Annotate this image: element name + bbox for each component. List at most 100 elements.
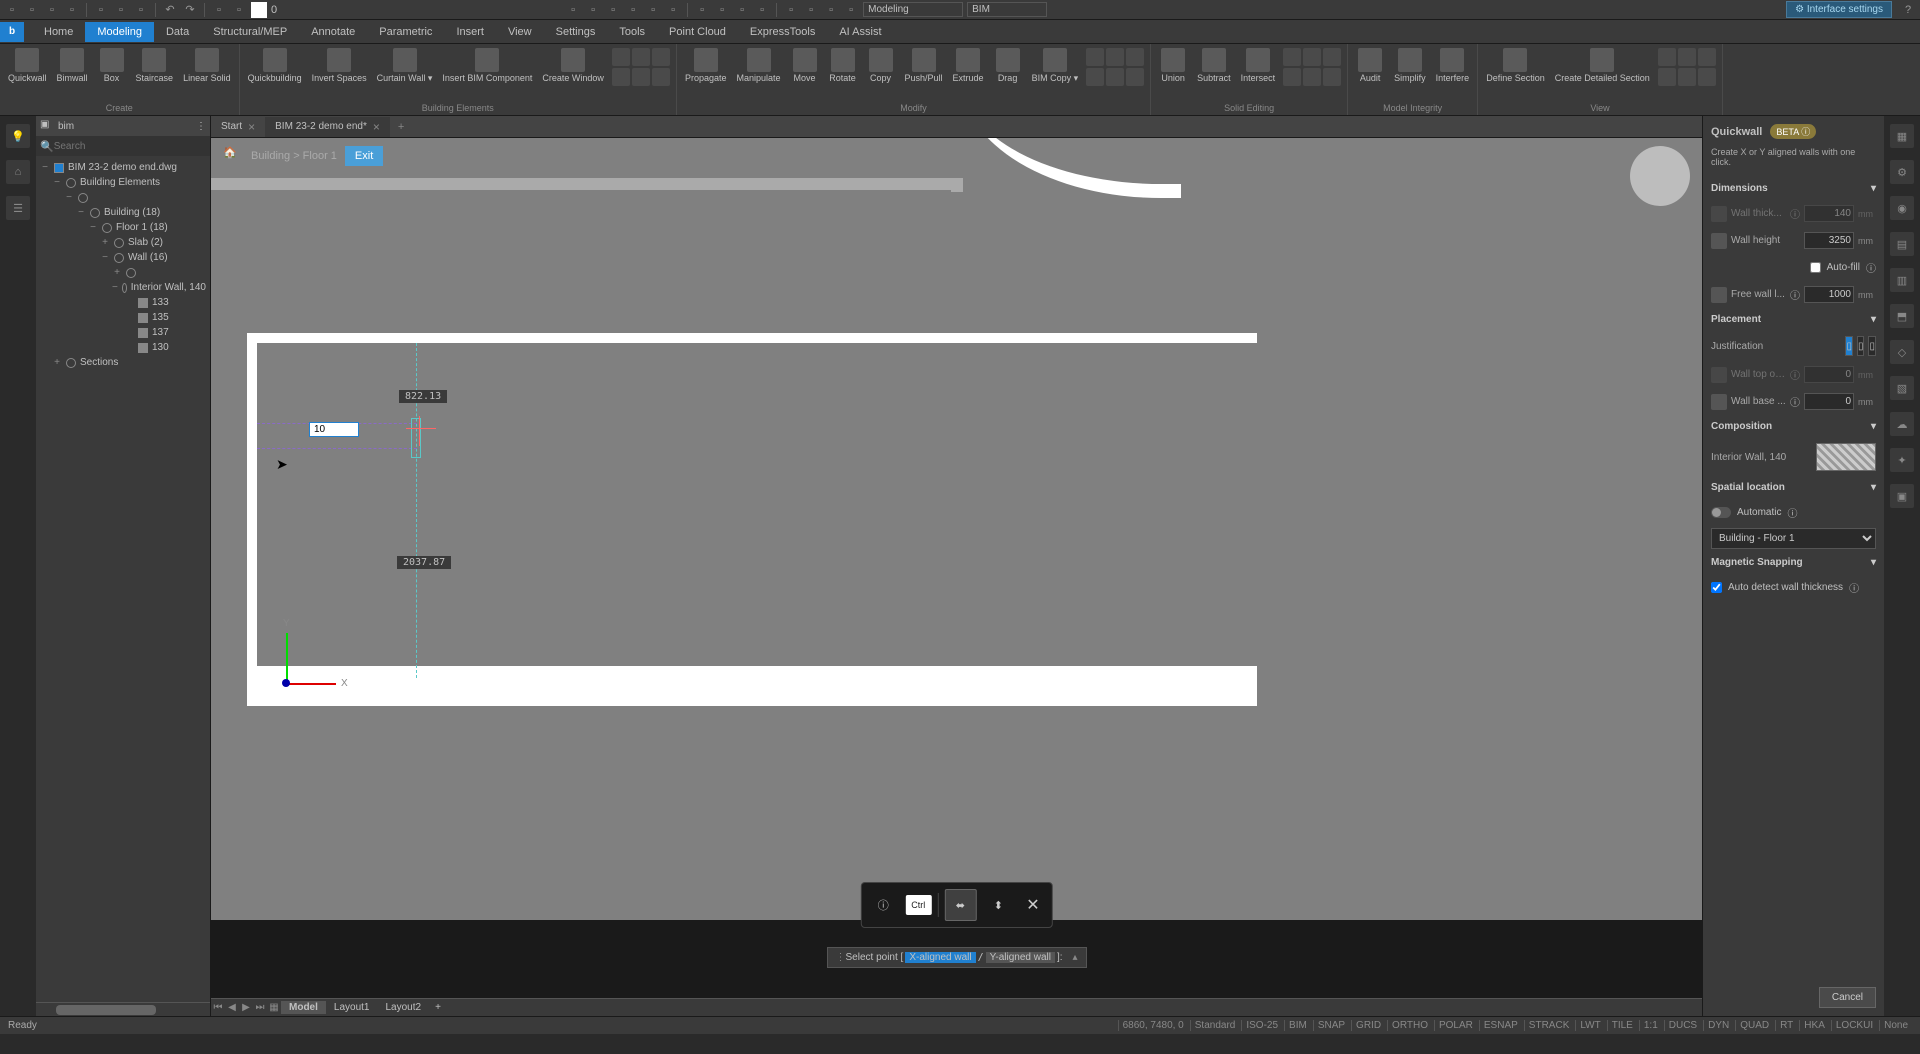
ribbon-subtract-button[interactable]: Subtract — [1193, 46, 1235, 101]
expand-icon[interactable]: + — [100, 237, 110, 248]
rail-icon[interactable]: ▤ — [1890, 232, 1914, 256]
rail-icon[interactable]: ▣ — [1890, 484, 1914, 508]
composition-swatch[interactable] — [1816, 443, 1876, 471]
menu-item-settings[interactable]: Settings — [544, 22, 608, 42]
ribbon-createdetailedsection-button[interactable]: Create Detailed Section — [1551, 46, 1654, 101]
autofill-checkbox[interactable] — [1810, 262, 1821, 273]
status-toggle-snap[interactable]: SNAP — [1313, 1020, 1349, 1031]
layout-tab[interactable]: Model — [281, 1001, 326, 1014]
help-icon[interactable]: ? — [1900, 2, 1916, 18]
status-toggle-bim[interactable]: BIM — [1284, 1020, 1311, 1031]
workspace-dropdown[interactable]: Modeling — [863, 2, 963, 17]
command-line[interactable]: ⋮ Select point [ X-aligned wall/Y-aligne… — [827, 947, 1087, 968]
status-toggle-iso25[interactable]: ISO-25 — [1241, 1020, 1282, 1031]
document-tab[interactable]: Start× — [211, 117, 265, 137]
radio-icon[interactable] — [90, 208, 100, 218]
ribbon-bimwall-button[interactable]: Bimwall — [53, 46, 92, 101]
ribbon-small-icon[interactable] — [1658, 68, 1676, 86]
menu-item-aiassist[interactable]: AI Assist — [827, 22, 893, 42]
ribbon-small-icon[interactable] — [652, 68, 670, 86]
status-toggle-lwt[interactable]: LWT — [1575, 1020, 1604, 1031]
tool-icon[interactable]: ▫ — [694, 2, 710, 18]
ribbon-small-icon[interactable] — [1126, 48, 1144, 66]
tool-icon[interactable]: ▫ — [823, 2, 839, 18]
ribbon-bimcopy-button[interactable]: BIM Copy ▾ — [1028, 46, 1083, 101]
status-toggle-rt[interactable]: RT — [1775, 1020, 1797, 1031]
rail-icon[interactable]: ▥ — [1890, 268, 1914, 292]
wall-vertical-icon[interactable]: ⬍ — [982, 889, 1014, 921]
ribbon-copy-button[interactable]: Copy — [863, 46, 899, 101]
status-toggle-esnap[interactable]: ESNAP — [1479, 1020, 1522, 1031]
section-placement[interactable]: Placement▾ — [1711, 310, 1876, 329]
ribbon-small-icon[interactable] — [1323, 48, 1341, 66]
paste-icon[interactable]: ▫ — [133, 2, 149, 18]
tree-item[interactable]: −Floor 1 (18) — [36, 220, 210, 235]
auto-detect-checkbox[interactable] — [1711, 582, 1722, 593]
tree-item[interactable]: − — [36, 190, 210, 205]
tree-item[interactable]: +Sections — [36, 355, 210, 370]
ribbon-invertspaces-button[interactable]: Invert Spaces — [308, 46, 371, 101]
ribbon-propagate-button[interactable]: Propagate — [681, 46, 731, 101]
expand-icon[interactable]: − — [64, 192, 74, 203]
ribbon-staircase-button[interactable]: Staircase — [132, 46, 178, 101]
ribbon-small-icon[interactable] — [1086, 68, 1104, 86]
ribbon-small-icon[interactable] — [1283, 68, 1301, 86]
ribbon-small-icon[interactable] — [652, 48, 670, 66]
nav-prev-icon[interactable]: ◀ — [225, 1002, 239, 1013]
radio-icon[interactable] — [66, 178, 76, 188]
nav-last-icon[interactable]: ⏭ — [253, 1002, 267, 1013]
menu-item-insert[interactable]: Insert — [444, 22, 496, 42]
layer-icon[interactable]: ▫ — [211, 2, 227, 18]
info-icon[interactable]: ⓘ — [1790, 287, 1800, 302]
close-icon[interactable]: ✕ — [1020, 895, 1045, 915]
status-toggle-none[interactable]: None — [1879, 1020, 1912, 1031]
exit-button[interactable]: Exit — [345, 146, 383, 166]
menu-item-data[interactable]: Data — [154, 22, 201, 42]
section-composition[interactable]: Composition▾ — [1711, 417, 1876, 436]
menu-item-view[interactable]: View — [496, 22, 544, 42]
open-icon[interactable]: ▫ — [24, 2, 40, 18]
wall-top-input[interactable] — [1804, 366, 1854, 383]
radio-icon[interactable] — [114, 253, 124, 263]
info-icon[interactable]: ⓘ — [1790, 367, 1800, 382]
menu-item-pointcloud[interactable]: Point Cloud — [657, 22, 738, 42]
rail-icon[interactable]: ▦ — [1890, 124, 1914, 148]
menu-item-modeling[interactable]: Modeling — [85, 22, 154, 42]
nav-first-icon[interactable]: ⏮ — [211, 1002, 225, 1013]
wall-horizontal-icon[interactable]: ⬌ — [944, 889, 976, 921]
info-icon[interactable]: ⓘ — [1866, 260, 1876, 275]
tool-icon[interactable]: ▫ — [803, 2, 819, 18]
radio-icon[interactable] — [102, 223, 112, 233]
status-toggle-ducs[interactable]: DUCS — [1664, 1020, 1701, 1031]
tree-item[interactable]: −Interior Wall, 140 — [36, 280, 210, 295]
rail-icon[interactable]: ⚙ — [1890, 160, 1914, 184]
ctrl-key-button[interactable]: Ctrl — [905, 895, 931, 915]
ribbon-small-icon[interactable] — [1698, 48, 1716, 66]
tool-icon[interactable]: ▫ — [665, 2, 681, 18]
rail-icon[interactable]: ☁ — [1890, 412, 1914, 436]
menu-item-annotate[interactable]: Annotate — [299, 22, 367, 42]
expand-icon[interactable]: − — [40, 162, 50, 173]
status-toggle-strack[interactable]: STRACK — [1524, 1020, 1574, 1031]
rail-icon[interactable]: ◇ — [1890, 340, 1914, 364]
tool-icon[interactable]: ▫ — [843, 2, 859, 18]
menu-item-expresstools[interactable]: ExpressTools — [738, 22, 827, 42]
expand-icon[interactable]: − — [52, 177, 62, 188]
tool-icon[interactable]: ▫ — [565, 2, 581, 18]
ribbon-quickbuilding-button[interactable]: Quickbuilding — [244, 46, 306, 101]
justify-center-button[interactable]: ▯ — [1857, 336, 1865, 356]
ribbon-pushpull-button[interactable]: Push/Pull — [901, 46, 947, 101]
tree-item[interactable]: 133 — [36, 295, 210, 310]
drawing-canvas[interactable]: 🏠 Building > Floor 1 Exit ➤ — [211, 138, 1702, 998]
radio-icon[interactable] — [114, 238, 124, 248]
radio-icon[interactable] — [126, 268, 136, 278]
status-toggle-lockui[interactable]: LOCKUI — [1831, 1020, 1877, 1031]
tool-icon[interactable]: ▫ — [625, 2, 641, 18]
tree-item[interactable]: +Slab (2) — [36, 235, 210, 250]
home-icon[interactable]: ⌂ — [6, 160, 30, 184]
tree-item[interactable]: −Building (18) — [36, 205, 210, 220]
layout-tab[interactable]: Layout2 — [377, 1001, 429, 1014]
close-tab-icon[interactable]: × — [248, 120, 255, 134]
menu-item-structuralmep[interactable]: Structural/MEP — [201, 22, 299, 42]
ribbon-small-icon[interactable] — [1086, 48, 1104, 66]
